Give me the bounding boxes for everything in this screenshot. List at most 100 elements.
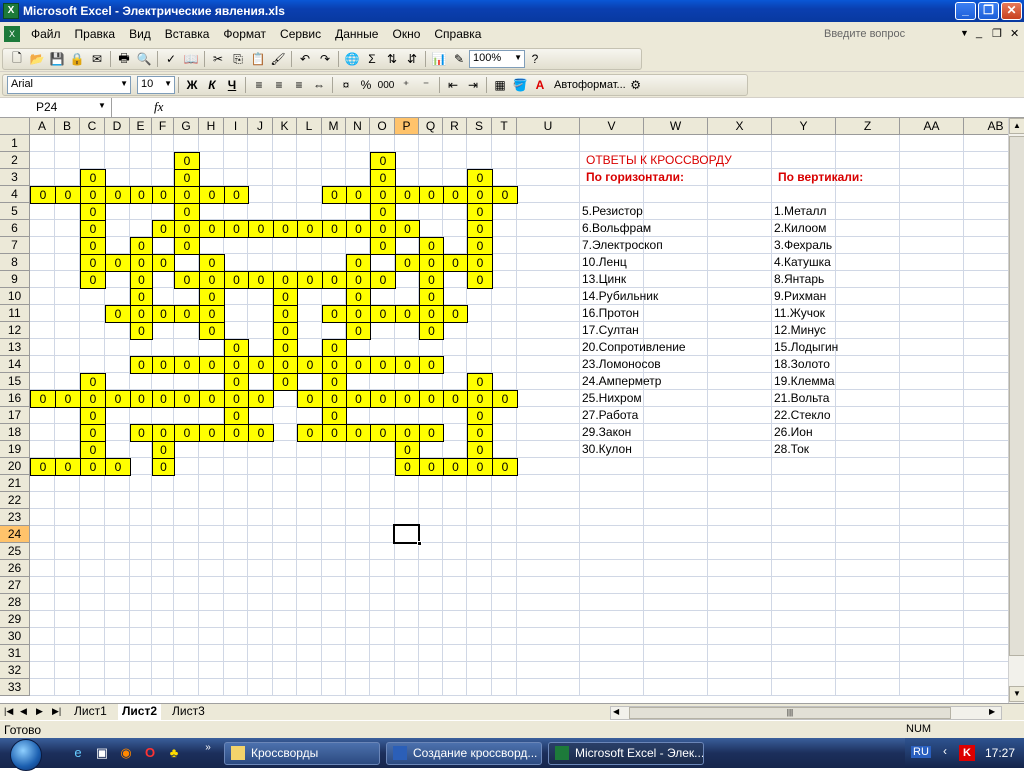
crossword-cell-q11[interactable]: 0 — [419, 305, 444, 323]
toolbar-options-icon[interactable]: ⚙ — [627, 76, 645, 94]
crossword-cell-n18[interactable]: 0 — [346, 424, 371, 442]
column-header-w[interactable]: W — [644, 118, 708, 135]
crossword-cell-a16[interactable]: 0 — [30, 390, 56, 408]
decrease-indent-icon[interactable]: ⇤ — [444, 76, 462, 94]
row-header-26[interactable]: 26 — [0, 560, 30, 577]
permission-icon[interactable]: 🔒 — [68, 50, 86, 68]
crossword-cell-l18[interactable]: 0 — [297, 424, 323, 442]
crossword-cell-e16[interactable]: 0 — [130, 390, 153, 408]
crossword-cell-j9[interactable]: 0 — [248, 271, 274, 289]
answer-item[interactable]: 1.Металл — [772, 203, 826, 220]
crossword-cell-o3[interactable]: 0 — [370, 169, 396, 187]
crossword-cell-k6[interactable]: 0 — [273, 220, 298, 238]
crossword-cell-m18[interactable]: 0 — [322, 424, 347, 442]
column-header-t[interactable]: T — [492, 118, 517, 135]
answer-item[interactable]: 6.Вольфрам — [580, 220, 651, 237]
doc-minimize-button[interactable]: _ — [976, 27, 982, 39]
answer-item[interactable]: 11.Жучок — [772, 305, 825, 322]
row-header-23[interactable]: 23 — [0, 509, 30, 526]
clock[interactable]: 17:27 — [985, 746, 1015, 760]
crossword-cell-s7[interactable]: 0 — [467, 237, 493, 255]
crossword-cell-e14[interactable]: 0 — [130, 356, 153, 374]
menu-insert[interactable]: Вставка — [158, 27, 217, 41]
crossword-cell-m14[interactable]: 0 — [322, 356, 347, 374]
borders-icon[interactable]: ▦ — [491, 76, 509, 94]
crossword-cell-h11[interactable]: 0 — [199, 305, 225, 323]
close-button[interactable]: ✕ — [1001, 2, 1022, 20]
first-sheet-icon[interactable]: |◀ — [4, 706, 13, 717]
crossword-cell-e9[interactable]: 0 — [130, 271, 153, 289]
crossword-cell-e10[interactable]: 0 — [130, 288, 153, 306]
answer-item[interactable]: 10.Ленц — [580, 254, 627, 271]
vertical-scrollbar[interactable]: ▲ ▼ — [1008, 118, 1024, 703]
crossword-cell-g14[interactable]: 0 — [174, 356, 200, 374]
merge-center-icon[interactable]: ⇔ — [310, 76, 328, 94]
crossword-cell-m9[interactable]: 0 — [322, 271, 347, 289]
minimize-button[interactable]: _ — [955, 2, 976, 20]
crossword-cell-q12[interactable]: 0 — [419, 322, 444, 340]
row-header-32[interactable]: 32 — [0, 662, 30, 679]
hyperlink-icon[interactable]: 🌐 — [343, 50, 361, 68]
row-header-25[interactable]: 25 — [0, 543, 30, 560]
crossword-cell-r8[interactable]: 0 — [443, 254, 468, 272]
crossword-cell-s8[interactable]: 0 — [467, 254, 493, 272]
help-search-input[interactable]: Введите вопрос — [820, 26, 970, 43]
crossword-cell-s16[interactable]: 0 — [467, 390, 493, 408]
column-header-v[interactable]: V — [580, 118, 644, 135]
column-header-k[interactable]: K — [273, 118, 297, 135]
increase-indent-icon[interactable]: ⇥ — [464, 76, 482, 94]
row-header-6[interactable]: 6 — [0, 220, 30, 237]
crossword-cell-d11[interactable]: 0 — [105, 305, 131, 323]
crossword-cell-m11[interactable]: 0 — [322, 305, 347, 323]
crossword-cell-f18[interactable]: 0 — [152, 424, 175, 442]
row-header-8[interactable]: 8 — [0, 254, 30, 271]
sort-ascending-icon[interactable]: ⇅ — [383, 50, 401, 68]
row-header-31[interactable]: 31 — [0, 645, 30, 662]
crossword-cell-i13[interactable]: 0 — [224, 339, 249, 357]
column-header-j[interactable]: J — [248, 118, 273, 135]
crossword-cell-m15[interactable]: 0 — [322, 373, 347, 391]
column-header-a[interactable]: A — [30, 118, 55, 135]
taskbar-item-folder[interactable]: Кроссворды — [224, 742, 380, 765]
crossword-cell-f8[interactable]: 0 — [152, 254, 175, 272]
crossword-cell-h6[interactable]: 0 — [199, 220, 225, 238]
research-icon[interactable]: 📖 — [182, 50, 200, 68]
crossword-cell-p18[interactable]: 0 — [395, 424, 420, 442]
row-header-2[interactable]: 2 — [0, 152, 30, 169]
answer-item[interactable]: 7.Электроскоп — [580, 237, 663, 254]
crossword-cell-f19[interactable]: 0 — [152, 441, 175, 459]
align-left-icon[interactable]: ≡ — [250, 76, 268, 94]
crossword-cell-i6[interactable]: 0 — [224, 220, 249, 238]
row-header-24[interactable]: 24 — [0, 526, 30, 543]
row-header-22[interactable]: 22 — [0, 492, 30, 509]
prev-sheet-icon[interactable]: ◀ — [20, 706, 27, 717]
crossword-cell-o2[interactable]: 0 — [370, 152, 396, 170]
crossword-cell-a4[interactable]: 0 — [30, 186, 56, 204]
crossword-cell-f6[interactable]: 0 — [152, 220, 175, 238]
crossword-cell-c19[interactable]: 0 — [80, 441, 106, 459]
column-header-x[interactable]: X — [708, 118, 772, 135]
crossword-cell-c8[interactable]: 0 — [80, 254, 106, 272]
crossword-cell-n16[interactable]: 0 — [346, 390, 371, 408]
column-header-y[interactable]: Y — [772, 118, 836, 135]
crossword-cell-s20[interactable]: 0 — [467, 458, 493, 476]
column-header-n[interactable]: N — [346, 118, 370, 135]
answer-item[interactable]: 29.Закон — [580, 424, 631, 441]
row-header-11[interactable]: 11 — [0, 305, 30, 322]
column-header-d[interactable]: D — [105, 118, 130, 135]
column-header-r[interactable]: R — [443, 118, 467, 135]
crossword-cell-s6[interactable]: 0 — [467, 220, 493, 238]
crossword-cell-k9[interactable]: 0 — [273, 271, 298, 289]
crossword-cell-n9[interactable]: 0 — [346, 271, 371, 289]
crossword-cell-m6[interactable]: 0 — [322, 220, 347, 238]
row-header-5[interactable]: 5 — [0, 203, 30, 220]
crossword-cell-l16[interactable]: 0 — [297, 390, 323, 408]
language-indicator[interactable]: RU — [911, 746, 931, 758]
active-cell[interactable] — [393, 524, 420, 544]
crossword-cell-q14[interactable]: 0 — [419, 356, 444, 374]
sheet-tab-1[interactable]: Лист1 — [70, 704, 111, 720]
crossword-cell-k14[interactable]: 0 — [273, 356, 298, 374]
crossword-cell-o9[interactable]: 0 — [370, 271, 396, 289]
crossword-cell-c17[interactable]: 0 — [80, 407, 106, 425]
crossword-cell-g16[interactable]: 0 — [174, 390, 200, 408]
